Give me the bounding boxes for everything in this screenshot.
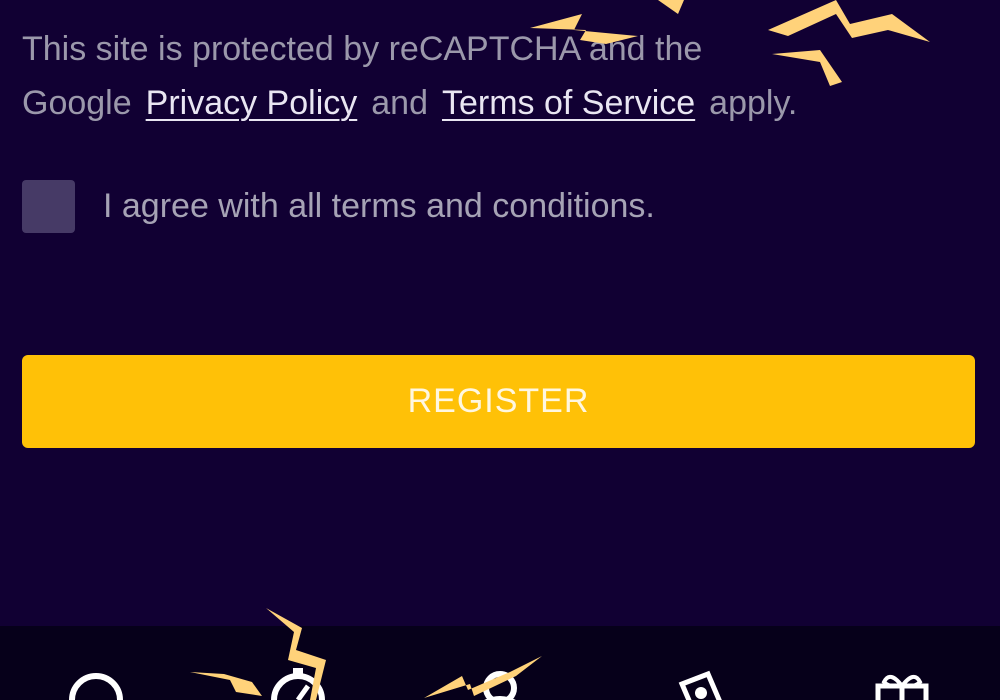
terms-of-service-link[interactable]: Terms of Service	[442, 84, 695, 122]
recaptcha-notice: This site is protected by reCAPTCHA and …	[22, 22, 962, 130]
registration-screen: This site is protected by reCAPTCHA and …	[0, 0, 1000, 700]
register-button[interactable]: REGISTER	[22, 355, 975, 448]
stopwatch-icon[interactable]	[266, 666, 330, 700]
notice-and-text: and	[371, 84, 428, 122]
search-icon[interactable]	[64, 666, 128, 700]
notice-apply-text: apply.	[709, 84, 798, 122]
terms-checkbox[interactable]	[22, 180, 75, 233]
user-icon[interactable]	[468, 666, 532, 700]
recaptcha-notice-line1: This site is protected by reCAPTCHA and …	[22, 30, 703, 68]
gift-icon[interactable]	[870, 666, 934, 700]
terms-agreement-row: I agree with all terms and conditions.	[22, 180, 655, 233]
terms-checkbox-label: I agree with all terms and conditions.	[103, 187, 655, 225]
privacy-policy-link[interactable]: Privacy Policy	[146, 84, 358, 122]
recaptcha-notice-line2: Google Privacy Policy and Terms of Service a…	[22, 76, 962, 130]
notice-google-text: Google	[22, 84, 132, 122]
casino-chip-icon[interactable]	[668, 666, 732, 700]
bottom-navigation-bar	[0, 626, 1000, 700]
